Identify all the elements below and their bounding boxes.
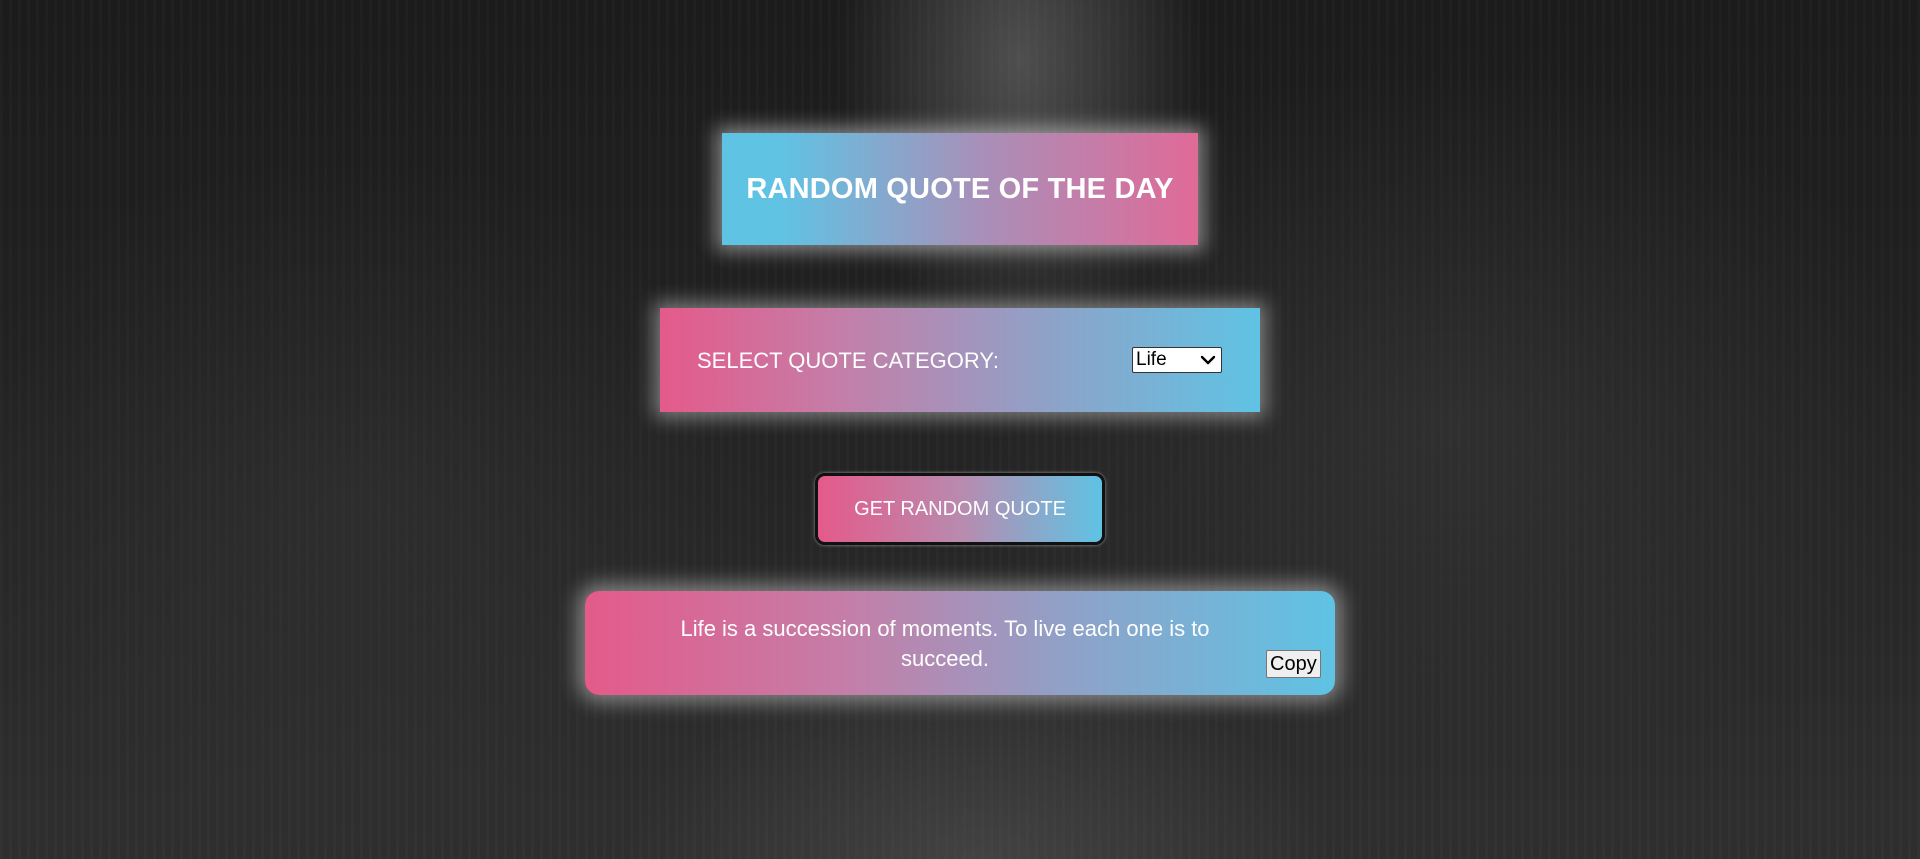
- get-random-quote-label: GET RANDOM QUOTE: [854, 497, 1066, 520]
- copy-button[interactable]: Copy: [1266, 650, 1321, 678]
- category-label: SELECT QUOTE CATEGORY:: [697, 348, 999, 373]
- quote-text: Life is a succession of moments. To live…: [680, 616, 1210, 671]
- page-title: RANDOM QUOTE OF THE DAY: [746, 172, 1174, 205]
- category-panel: SELECT QUOTE CATEGORY: Life: [660, 308, 1260, 412]
- category-select-value: Life: [1136, 349, 1167, 370]
- category-select[interactable]: Life: [1132, 347, 1222, 373]
- page-header: RANDOM QUOTE OF THE DAY: [722, 133, 1198, 245]
- quote-panel: Life is a succession of moments. To live…: [585, 591, 1335, 695]
- get-random-quote-button[interactable]: GET RANDOM QUOTE: [815, 473, 1105, 545]
- chevron-down-icon: [1200, 355, 1216, 365]
